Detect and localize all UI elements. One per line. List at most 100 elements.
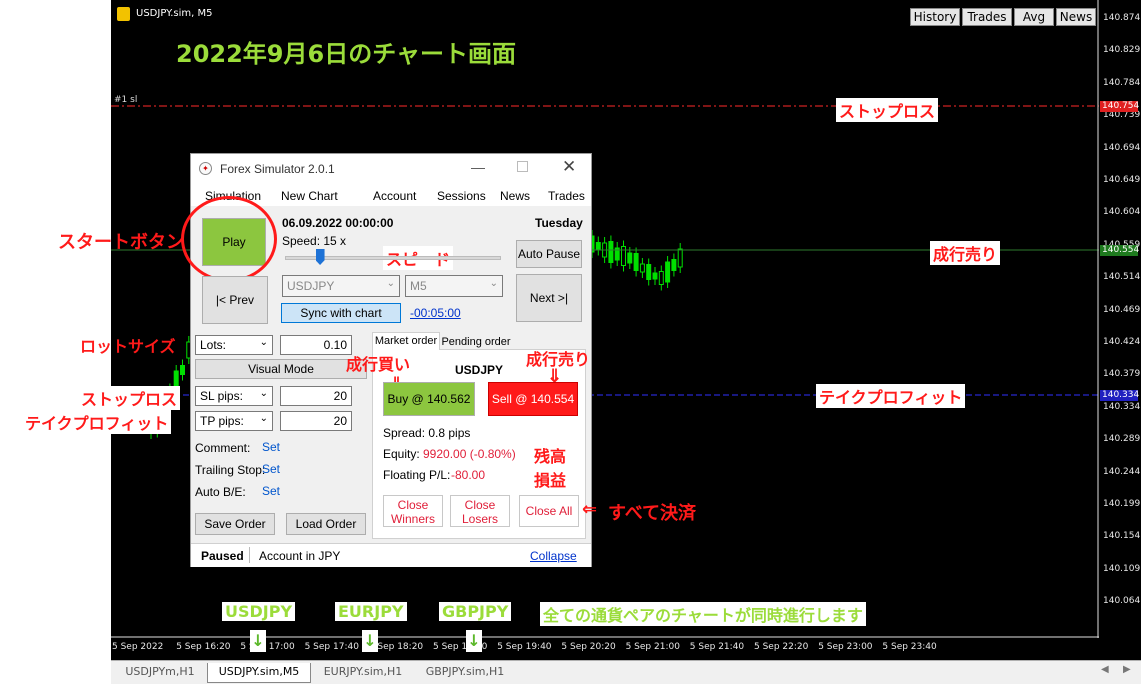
trailing-stop-set-link[interactable]: Set [262,462,280,476]
candle-body [671,259,677,271]
forex-simulator-window: ✦ Forex Simulator 2.0.1 — ✕ Simulation N… [181,153,592,567]
sl-pips-select-value: SL pips: [200,389,243,403]
sl-pips-input[interactable]: 20 [280,386,352,406]
price-axis-label: 140.154 [1103,531,1141,542]
chevron-down-icon: ⌄ [259,337,268,348]
symbol-select-value: USDJPY [287,279,335,293]
floating-pl-value: -80.00 [451,468,486,482]
time-offset-link[interactable]: -00:05:00 [410,306,461,320]
current-price-tag: 140.554 [1100,245,1140,256]
take-profit-chart-annotation: テイクプロフィット [816,384,966,408]
speed-slider-thumb[interactable] [315,249,325,265]
stop-loss-chart-annotation: ストップロス [836,98,939,122]
sim-datetime: 06.09.2022 00:00:00 [282,216,394,230]
lots-select[interactable]: Lots: ⌄ [195,335,273,355]
timeframe-select-value: M5 [410,279,427,293]
candle-body [608,241,614,263]
price-axis-label: 140.379 [1103,369,1141,380]
menu-trades[interactable]: Trades [548,189,585,203]
menu-account[interactable]: Account [373,189,416,203]
lots-input[interactable]: 0.10 [280,335,352,355]
collapse-link[interactable]: Collapse [530,549,577,563]
prev-button[interactable]: |< Prev [202,276,268,324]
equity-label: Equity: [383,447,420,461]
sim-titlebar: ✦ Forex Simulator 2.0.1 — ✕ [191,154,591,184]
menu-sessions[interactable]: Sessions [437,189,486,203]
scroll-left-icon[interactable]: ◀ [1101,664,1109,675]
sell-button[interactable]: Sell @ 140.554 [488,382,578,416]
arrow-down-icon: ↓ [362,630,378,652]
close-winners-button[interactable]: Close Winners [383,495,443,527]
tab-usdjpym-h1[interactable]: USDJPYm,H1 [113,663,207,683]
tp-price-tag: 140.334 [1100,390,1140,401]
close-icon[interactable]: ✕ [562,157,576,177]
save-order-button[interactable]: Save Order [195,513,275,535]
tab-gbpjpy-sim-h1[interactable]: GBPJPY.sim,H1 [415,663,515,683]
price-axis-label: 140.199 [1103,499,1141,509]
order-pair-label: USDJPY [455,363,504,377]
price-axis-label: 140.469 [1103,304,1141,315]
timeframe-select[interactable]: M5 ⌄ [405,275,503,297]
symbol-select[interactable]: USDJPY ⌄ [282,275,400,297]
balance-annotation: 残高 [534,449,567,466]
menu-news[interactable]: News [500,189,530,203]
buy-button[interactable]: Buy @ 140.562 [383,382,475,416]
candle-body [639,263,645,273]
scroll-right-icon[interactable]: ▶ [1123,664,1131,675]
tab-pending-order[interactable]: Pending order [441,335,511,350]
chevron-down-icon: ⌄ [259,388,268,399]
candle-body [621,246,626,266]
menu-new-chart[interactable]: New Chart [281,189,338,203]
maximize-icon[interactable] [517,161,528,172]
auto-be-label: Auto B/E: [195,485,246,499]
time-axis-label: 5 Sep 21:00 [625,642,680,652]
close-winners-line1: Close [397,498,429,512]
candle-body [633,253,639,271]
candle-body [646,264,652,280]
chart-tabs: USDJPYm,H1 USDJPY.sim,M5 EURJPY.sim,H1 G… [111,660,1141,684]
close-all-annotation: すべて決済 [608,503,697,524]
auto-pause-button[interactable]: Auto Pause [516,240,582,268]
candle-body [652,272,658,280]
tp-pips-select-value: TP pips: [200,414,244,428]
pnl-annotation: 損益 [534,473,567,490]
close-all-button[interactable]: Close All [519,495,579,527]
chevron-down-icon: ⌄ [386,278,395,289]
take-profit-annotation: テイクプロフィット [22,410,172,434]
tp-pips-select[interactable]: TP pips: ⌄ [195,411,273,431]
minimize-icon[interactable]: — [471,159,485,175]
auto-be-set-link[interactable]: Set [262,484,280,498]
close-losers-line2: Losers [461,512,499,526]
tab-usdjpy-sim-m5[interactable]: USDJPY.sim,M5 [207,663,311,683]
arrow-down-icon: ↓ [250,630,266,652]
candle-body [677,248,683,268]
sl-price-tag: 140.754 [1100,101,1140,112]
price-axis-label: 140.829 [1103,45,1141,56]
floating-pl-label: Floating P/L: [383,468,451,482]
tp-pips-input[interactable]: 20 [280,411,352,431]
price-axis-label: 140.694 [1103,142,1141,153]
visual-mode-button[interactable]: Visual Mode [195,359,367,379]
trailing-stop-label: Trailing Stop: [195,463,266,477]
tab-market-order[interactable]: Market order [372,332,440,350]
sl-pips-select[interactable]: SL pips: ⌄ [195,386,273,406]
close-losers-button[interactable]: Close Losers [450,495,510,527]
load-order-button[interactable]: Load Order [286,513,366,535]
tab-eurjpy-sim-h1[interactable]: EURJPY.sim,H1 [313,663,413,683]
sim-weekday: Tuesday [535,216,583,230]
candle-body [180,365,185,375]
comment-set-link[interactable]: Set [262,440,280,454]
simultaneous-note: 全ての通貨ペアのチャートが同時進行します [540,602,866,626]
time-axis-label: 5 Sep 17:00 [240,642,295,652]
price-axis-label: 140.244 [1103,466,1141,477]
price-axis-label: 140.064 [1103,596,1141,607]
time-axis-label: 5 Sep 19:40 [497,642,552,652]
start-button-annotation: スタートボタン [58,232,184,253]
sync-with-chart-button[interactable]: Sync with chart [281,303,401,323]
speed-label: Speed: 15 x [282,234,347,248]
arrow-left-icon: ⇐ [582,499,598,520]
market-sell-chart-annotation: 成行売り [930,241,1001,265]
account-currency: Account in JPY [259,549,341,563]
close-losers-line1: Close [464,498,496,512]
next-button[interactable]: Next >| [516,274,582,322]
